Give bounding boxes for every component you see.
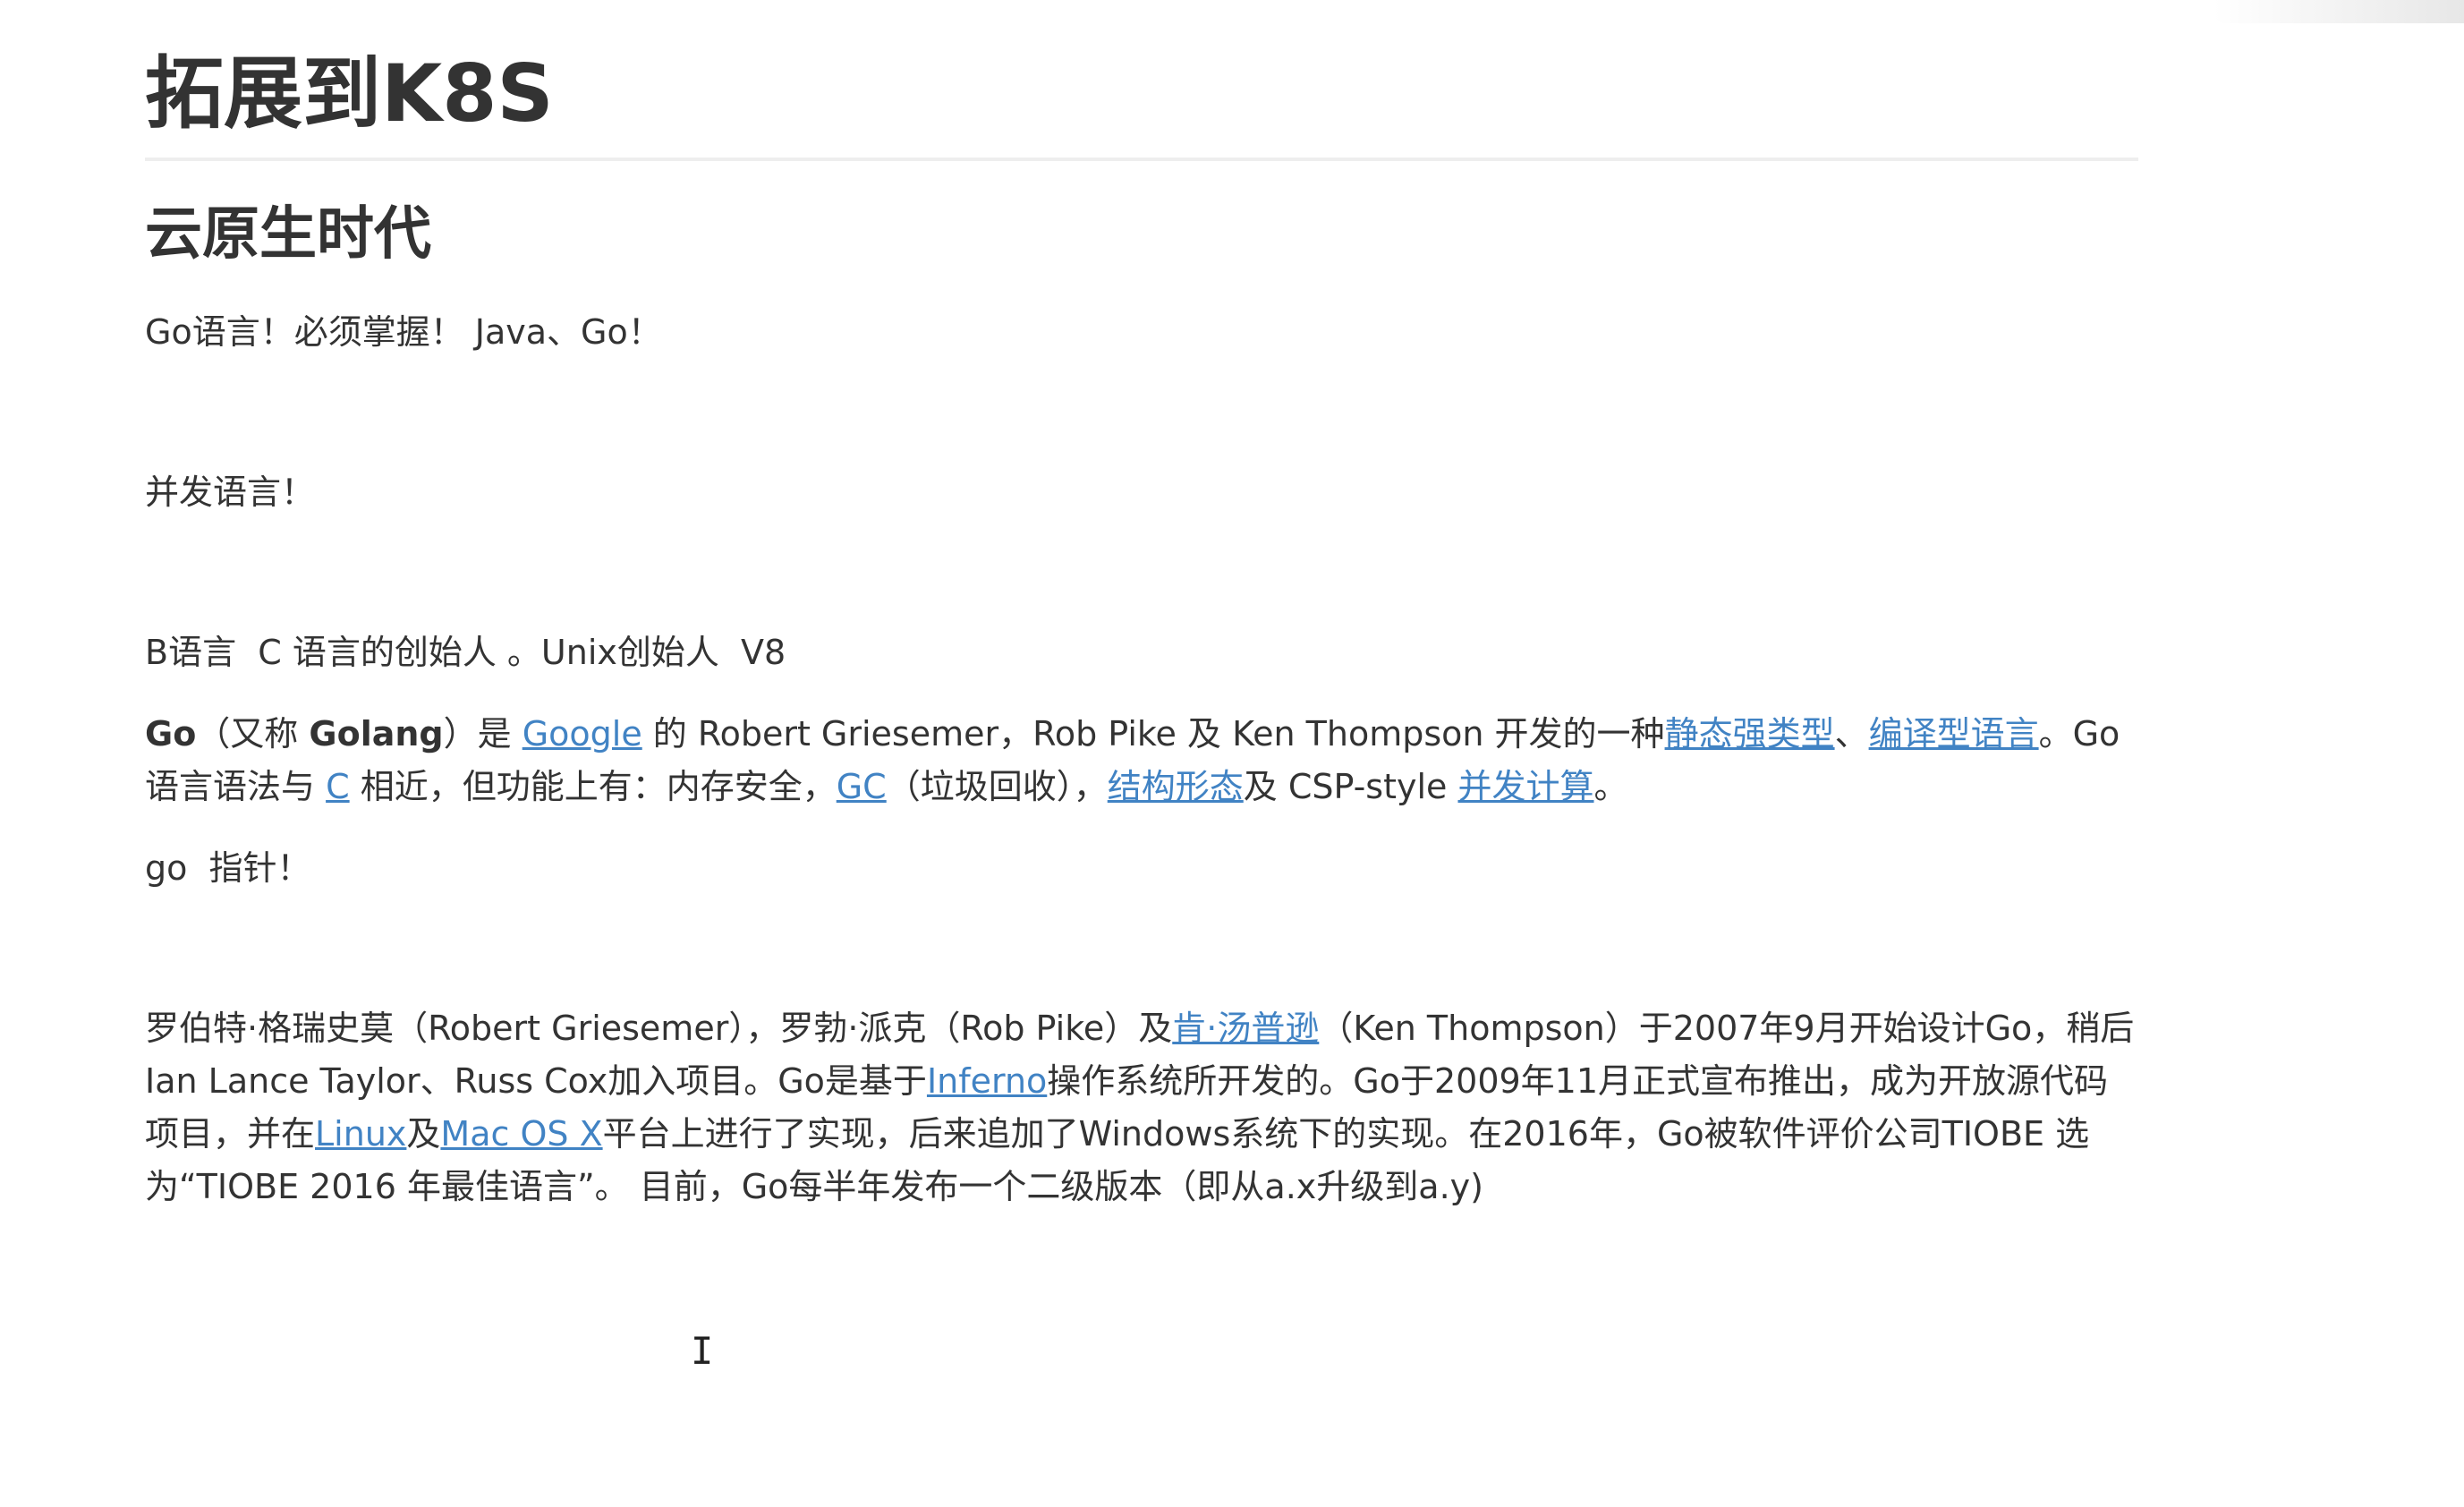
page-title: 拓展到K8S: [145, 47, 554, 140]
link-struct-typing[interactable]: 结构形态: [1108, 767, 1244, 806]
link-static-typing[interactable]: 静态强类型: [1665, 714, 1835, 754]
link-linux[interactable]: Linux: [315, 1114, 406, 1154]
link-c-language[interactable]: C: [326, 767, 350, 806]
link-inferno[interactable]: Inferno: [927, 1061, 1047, 1101]
link-concurrency[interactable]: 并发计算: [1457, 767, 1593, 806]
link-ken-thompson[interactable]: 肯·汤普逊: [1172, 1009, 1319, 1048]
window-corner-overlay: [2213, 0, 2464, 23]
paragraph-go-intro: Go（又称 Golang）是 Google 的 Robert Griesemer…: [145, 708, 2138, 813]
link-google[interactable]: Google: [523, 714, 642, 754]
text-span: 罗伯特·格瑞史莫（Robert Griesemer），罗勃·派克（Rob Pik…: [145, 1009, 1173, 1048]
text-span: 、: [1834, 714, 1869, 754]
paragraph-b-language: B语言 C 语言的创始人 。Unix创始人 V8: [145, 633, 786, 672]
empty-line: [145, 359, 2138, 466]
section-heading: 云原生时代: [145, 201, 431, 268]
golang-bold-label: Golang: [309, 714, 444, 754]
text-span: 相近，但功能上有：内存安全，: [349, 767, 837, 806]
title-divider: [145, 158, 2138, 161]
link-mac-os-x[interactable]: Mac OS X: [440, 1114, 602, 1154]
empty-line: [145, 895, 2138, 1002]
paragraph-go-pointer: go 指针！: [145, 848, 311, 888]
paragraph-concurrency: 并发语言！: [145, 473, 316, 512]
go-bold-label: Go: [145, 714, 197, 754]
link-compiled-language[interactable]: 编译型语言: [1869, 714, 2039, 754]
text-span: ）是: [443, 714, 523, 754]
text-span: 的 Robert Griesemer，Rob Pike 及 Ken Thomps…: [641, 714, 1665, 754]
text-span: 。: [1593, 767, 1628, 806]
paragraph-go-history: 罗伯特·格瑞史莫（Robert Griesemer），罗勃·派克（Rob Pik…: [145, 1002, 2138, 1213]
document-body: 拓展到K8S 云原生时代 Go语言！必须掌握！ Java、Go！ 并发语言！ B…: [145, 0, 2138, 1213]
text-span: 及: [406, 1114, 441, 1154]
text-cursor-icon: I: [691, 1329, 714, 1373]
text-span: （又称: [196, 714, 310, 754]
text-span: 及 CSP-style: [1243, 767, 1458, 806]
text-span: （垃圾回收），: [886, 767, 1108, 806]
empty-line: [145, 519, 2138, 626]
link-gc[interactable]: GC: [837, 767, 887, 806]
paragraph-go-must-learn: Go语言！必须掌握！ Java、Go！: [145, 312, 662, 352]
